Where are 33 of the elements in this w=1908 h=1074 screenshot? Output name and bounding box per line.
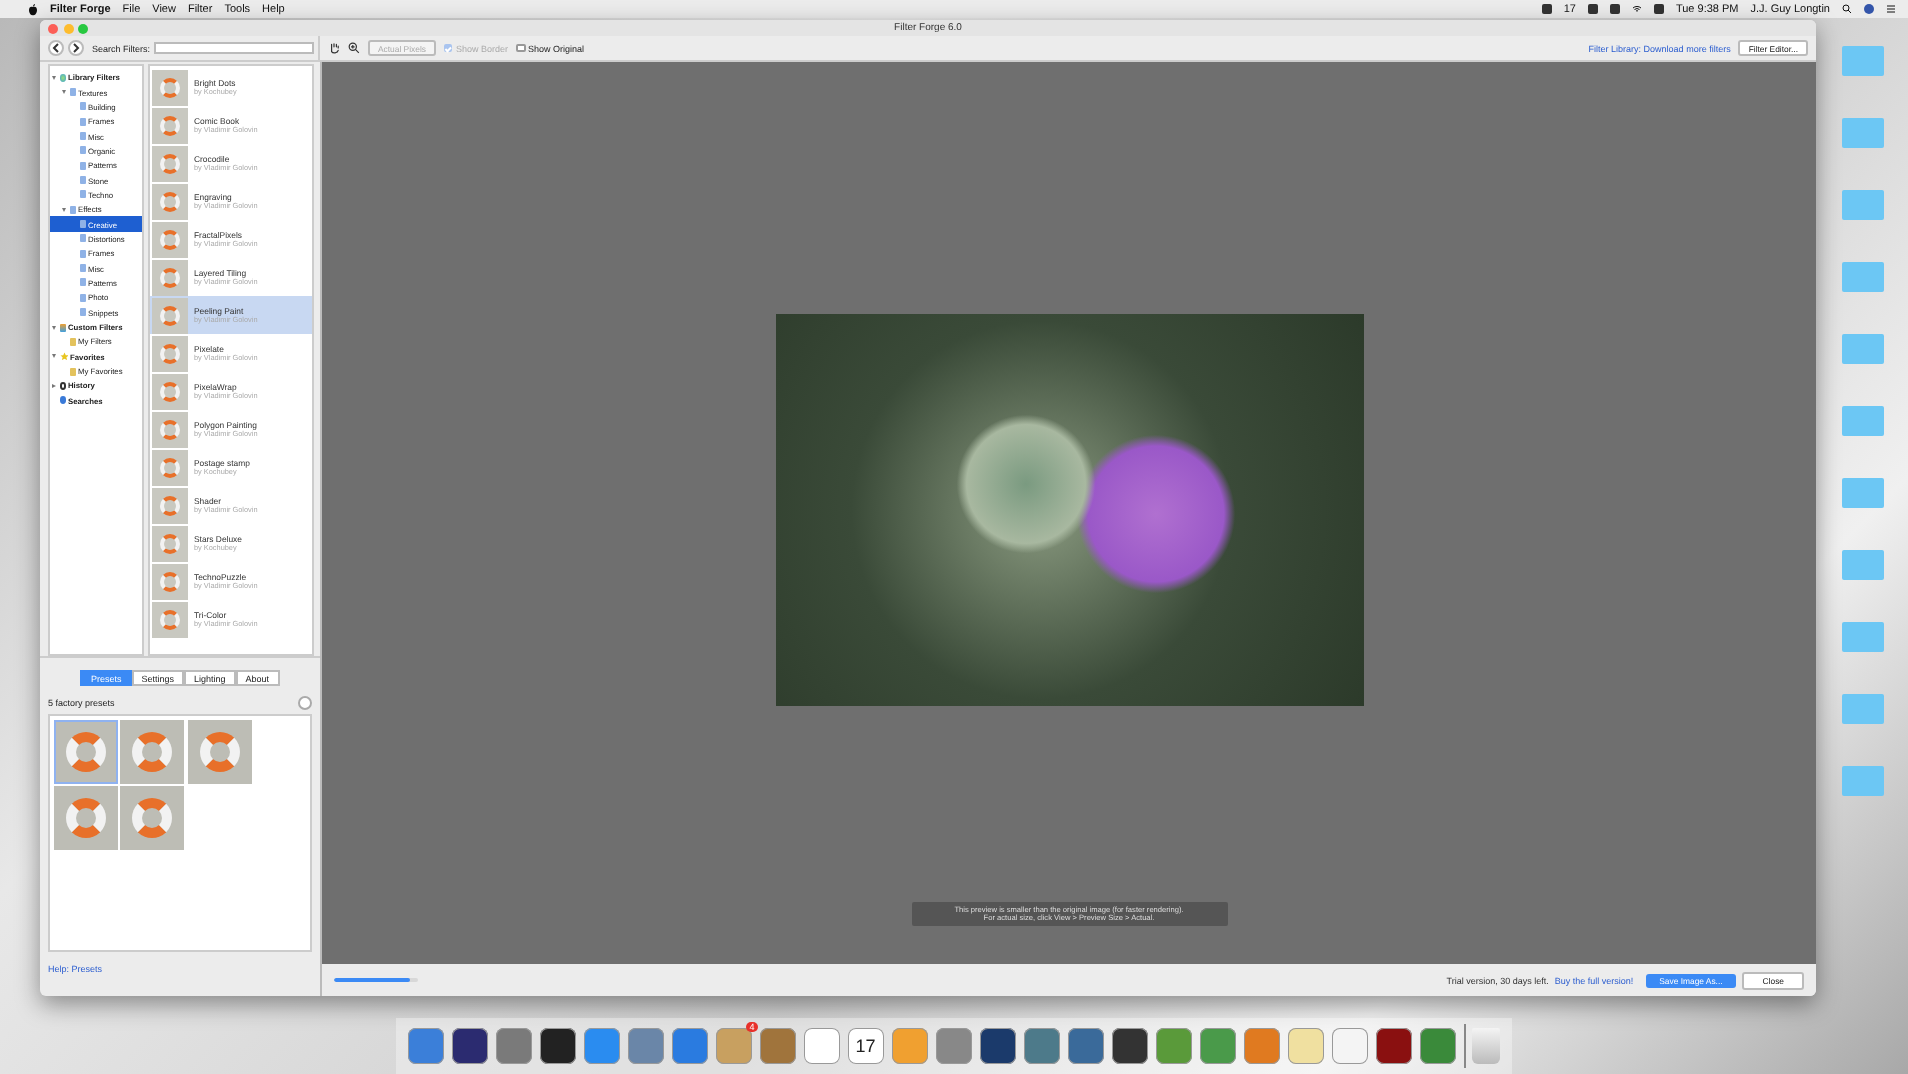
preset-thumbnail[interactable] bbox=[53, 786, 117, 850]
app-icon[interactable] bbox=[1111, 1028, 1148, 1064]
app-icon[interactable] bbox=[979, 1028, 1016, 1064]
folder-icon[interactable] bbox=[1841, 334, 1883, 364]
zoom-button[interactable] bbox=[78, 23, 88, 33]
back-button[interactable] bbox=[48, 40, 64, 56]
trash-icon[interactable] bbox=[1472, 1028, 1501, 1064]
preset-thumbnail[interactable] bbox=[187, 719, 251, 783]
zoom-icon[interactable] bbox=[348, 42, 360, 54]
folder-icon[interactable] bbox=[1841, 406, 1883, 436]
star-icon bbox=[59, 351, 68, 361]
apple-icon[interactable] bbox=[28, 3, 38, 15]
forward-button[interactable] bbox=[68, 40, 84, 56]
avatar-circle[interactable] bbox=[1864, 4, 1874, 14]
search-icon[interactable] bbox=[1842, 4, 1852, 14]
progress-bar bbox=[334, 977, 418, 983]
folder-icon[interactable] bbox=[1841, 550, 1883, 580]
preset-thumbnail[interactable] bbox=[120, 719, 184, 783]
hand-icon[interactable] bbox=[328, 42, 340, 54]
preset-thumbnail[interactable] bbox=[120, 786, 184, 850]
close-window-button[interactable] bbox=[48, 23, 58, 33]
search-field[interactable] bbox=[154, 42, 315, 54]
preset-thumbnail[interactable] bbox=[53, 719, 117, 783]
menu-icon[interactable] bbox=[1886, 4, 1896, 14]
app-icon[interactable] bbox=[451, 1028, 488, 1064]
status-icon[interactable] bbox=[1541, 4, 1552, 14]
wifi-icon[interactable] bbox=[1631, 4, 1642, 14]
app-icon[interactable] bbox=[1375, 1028, 1412, 1064]
status-icon[interactable] bbox=[1653, 4, 1664, 14]
calendar-icon[interactable]: 17 bbox=[847, 1028, 884, 1064]
folder-icon[interactable] bbox=[1841, 478, 1883, 508]
options-icon[interactable] bbox=[298, 696, 312, 710]
app-icon[interactable] bbox=[539, 1028, 576, 1064]
